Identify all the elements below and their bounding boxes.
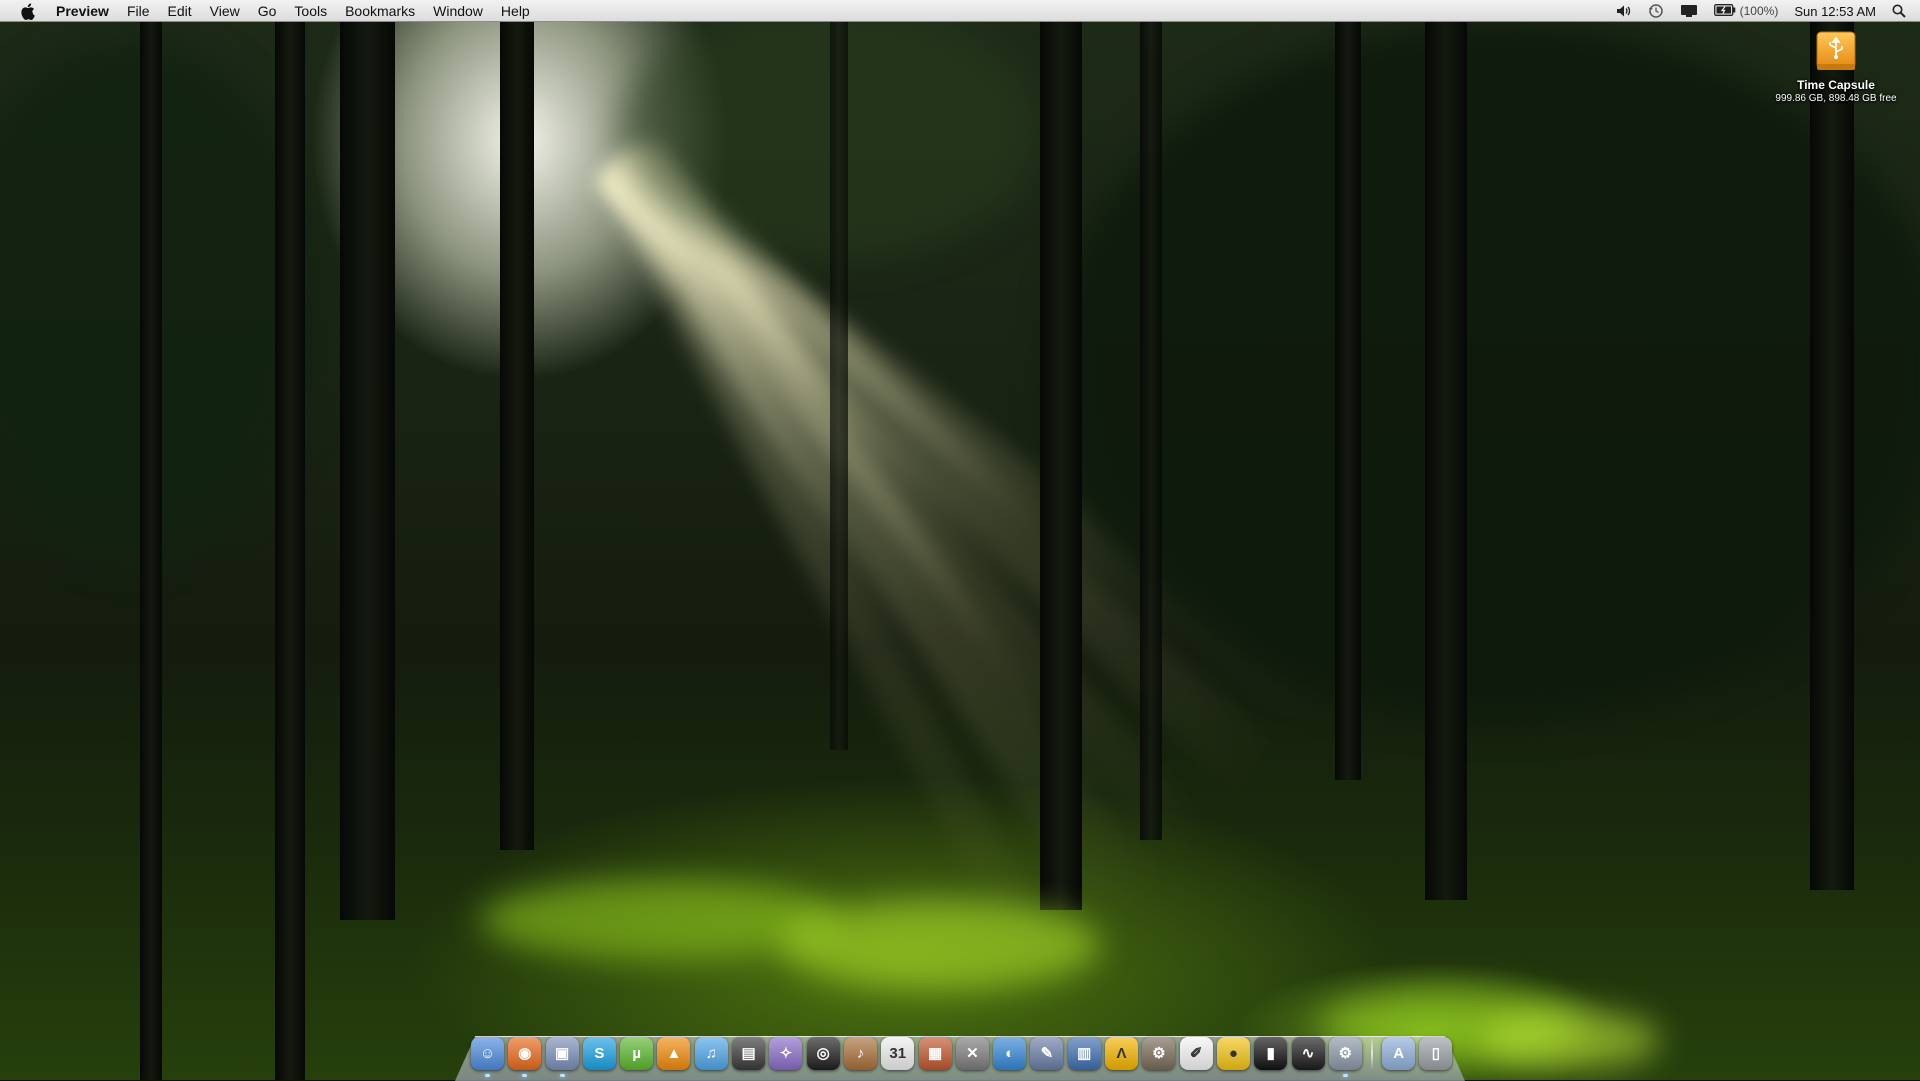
dvd-player-glyph: ◐ [1005, 1044, 1015, 1062]
usb-drive-icon [1813, 28, 1859, 74]
desktop-wallpaper [0, 0, 1920, 1080]
menu-edit[interactable]: Edit [159, 0, 201, 22]
trash-icon[interactable]: ▯ [1419, 1036, 1453, 1070]
utorrent-glyph: µ [632, 1044, 642, 1062]
imovie-icon[interactable]: ▤ [732, 1036, 766, 1070]
drive-name: Time Capsule [1797, 78, 1875, 92]
tools-glyph: ✕ [966, 1045, 979, 1062]
ical-icon[interactable]: 31 [881, 1036, 915, 1070]
menu-go[interactable]: Go [249, 0, 286, 22]
itunes-icon[interactable]: ♫ [694, 1036, 728, 1070]
menu-clock[interactable]: Sun 12:53 AM [1786, 0, 1884, 22]
adium-icon[interactable]: Λ [1105, 1036, 1139, 1070]
running-indicator [522, 1073, 528, 1077]
running-indicator [1342, 1073, 1348, 1077]
cyberduck-glyph: ● [1228, 1044, 1238, 1062]
imovie-glyph: ▤ [741, 1045, 756, 1062]
xcode-icon[interactable]: ✎ [1030, 1036, 1064, 1070]
menu-view[interactable]: View [201, 0, 249, 22]
dock: ☺ ◉ ▣ Sµ ▲ ♫ ▤ ✧ ◎ ♪ 31 ▦ ✕ ◐ ✎ ▥ Λ ⚙ ✐ ● ▮ ∿ ⚙ A ▯ [471, 1033, 1453, 1077]
running-indicator [559, 1073, 565, 1077]
photo-booth-icon[interactable]: ▦ [918, 1036, 952, 1070]
menu-help[interactable]: Help [492, 0, 539, 22]
iphoto-glyph: ✧ [779, 1045, 793, 1062]
cyberduck-icon[interactable]: ● [1216, 1036, 1250, 1070]
menu-app-name[interactable]: Preview [52, 0, 118, 22]
menu-bookmarks[interactable]: Bookmarks [336, 0, 424, 22]
applications-stack-icon[interactable]: A [1382, 1036, 1416, 1070]
desktop-drive-time-capsule[interactable]: Time Capsule 999.86 GB, 898.48 GB free [1766, 28, 1906, 104]
garageband-icon[interactable]: ♪ [843, 1036, 877, 1070]
adium-glyph: Λ [1116, 1044, 1127, 1062]
activity-monitor-icon[interactable]: ∿ [1291, 1036, 1325, 1070]
skype-glyph: S [594, 1044, 605, 1062]
finder-icon[interactable]: ☺ [471, 1036, 504, 1077]
terminal-icon[interactable]: ▮ [1254, 1036, 1288, 1070]
iphoto-icon[interactable]: ✧ [769, 1036, 803, 1070]
textedit-glyph: ✐ [1189, 1045, 1203, 1062]
textedit-icon[interactable]: ✐ [1179, 1036, 1213, 1070]
firefox-icon[interactable]: ◉ [508, 1036, 542, 1077]
battery-icon [1713, 3, 1736, 19]
volume-icon[interactable] [1608, 0, 1640, 22]
vlc-glyph: ▲ [666, 1044, 682, 1062]
preview-glyph: ▣ [555, 1045, 570, 1062]
utorrent-icon[interactable]: µ [620, 1036, 654, 1070]
display-icon[interactable] [1672, 0, 1706, 22]
xcode-glyph: ✎ [1040, 1045, 1054, 1062]
menu-tools[interactable]: Tools [285, 0, 336, 22]
automator-icon[interactable]: ⚙ [1142, 1036, 1176, 1070]
firefox-glyph: ◉ [518, 1045, 532, 1062]
activity-monitor-glyph: ∿ [1301, 1045, 1315, 1062]
trash-glyph: ▯ [1431, 1045, 1441, 1062]
spotlight-icon[interactable] [1884, 0, 1920, 22]
tools-icon[interactable]: ✕ [955, 1036, 989, 1070]
photo-booth-glyph: ▦ [927, 1045, 943, 1062]
terminal-glyph: ▮ [1266, 1045, 1275, 1062]
skype-icon[interactable]: S [582, 1036, 616, 1070]
menu-window[interactable]: Window [424, 0, 492, 22]
itunes-glyph: ♫ [705, 1044, 717, 1062]
system-preferences-glyph: ⚙ [1338, 1045, 1353, 1062]
battery-percent: (100%) [1739, 4, 1779, 18]
system-preferences-icon[interactable]: ⚙ [1328, 1036, 1362, 1077]
menu-bar: Preview File Edit View Go Tools Bookmark… [0, 0, 1920, 22]
preview-icon[interactable]: ▣ [545, 1036, 579, 1077]
garageband-glyph: ♪ [856, 1044, 865, 1062]
automator-glyph: ⚙ [1152, 1045, 1166, 1062]
ical-glyph: 31 [889, 1044, 907, 1062]
applications-stack-glyph: A [1393, 1044, 1405, 1062]
battery-status[interactable]: (100%) [1706, 0, 1787, 22]
apple-menu-icon[interactable] [16, 0, 38, 22]
running-indicator [485, 1073, 490, 1077]
dashboard-glyph: ▥ [1077, 1045, 1092, 1062]
dock-separator [1371, 1036, 1374, 1070]
aperture-glyph: ◎ [816, 1045, 830, 1062]
finder-glyph: ☺ [479, 1044, 496, 1062]
vlc-icon[interactable]: ▲ [657, 1036, 691, 1070]
aperture-icon[interactable]: ◎ [806, 1036, 840, 1070]
drive-info: 999.86 GB, 898.48 GB free [1775, 93, 1897, 104]
dashboard-icon[interactable]: ▥ [1067, 1036, 1101, 1070]
dvd-player-icon[interactable]: ◐ [993, 1036, 1027, 1070]
menu-file[interactable]: File [118, 0, 159, 22]
time-machine-icon[interactable] [1640, 0, 1672, 22]
